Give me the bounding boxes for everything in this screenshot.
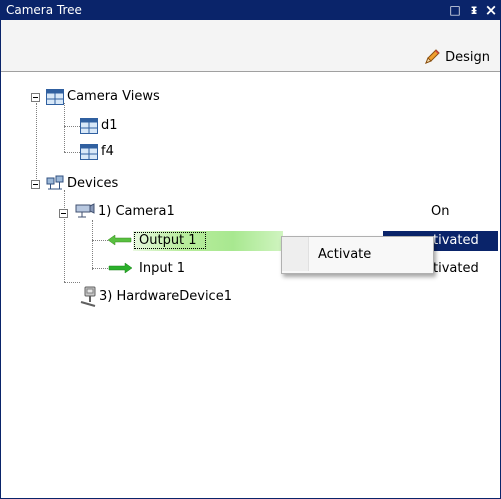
tree-node-camera1[interactable]: 1) Camera1: [98, 204, 175, 219]
camera1-status: On: [431, 204, 450, 219]
tree-node-devices[interactable]: Devices: [67, 176, 118, 191]
camera-views-icon: [46, 89, 64, 105]
design-label: Design: [445, 49, 490, 65]
context-menu-icon-gutter: [282, 237, 309, 271]
output1-status: tivated: [433, 233, 479, 248]
input1-status: tivated: [433, 261, 479, 276]
tree-node-hardwaredevice1[interactable]: 3) HardwareDevice1: [99, 289, 232, 304]
activate-menu-item[interactable]: Activate: [318, 247, 371, 262]
tree-connector: [92, 268, 108, 269]
view-d1-icon: [80, 118, 98, 134]
tree-connector: [64, 190, 65, 282]
output-arrow-icon: [108, 234, 132, 246]
tree-node-input1[interactable]: Input 1: [139, 261, 185, 276]
panel-toolbar: Design: [1, 20, 500, 72]
hardware-device-icon: [80, 286, 96, 307]
tree-connector: [64, 282, 80, 283]
float-window-icon[interactable]: □: [447, 1, 463, 20]
close-icon[interactable]: ×: [483, 1, 499, 20]
context-menu: Activate: [281, 236, 434, 274]
tree-connector: [64, 126, 80, 127]
pin-icon[interactable]: ᵻ: [466, 1, 482, 20]
pencil-icon: [425, 49, 440, 64]
camera-tree: [1, 72, 499, 497]
network-devices-icon: [46, 175, 64, 190]
tree-connector: [92, 240, 108, 241]
tree-connector: [64, 103, 65, 152]
camera-icon: [75, 203, 95, 218]
panel-titlebar[interactable]: Camera Tree □ ᵻ ×: [1, 1, 500, 20]
tree-node-view-f4[interactable]: f4: [101, 144, 114, 159]
tree-connector: [36, 103, 37, 183]
tree-node-output1[interactable]: Output 1: [139, 233, 197, 248]
design-button[interactable]: Design: [423, 47, 490, 67]
collapse-camera1-button[interactable]: [59, 209, 68, 218]
collapse-camera-views-button[interactable]: [31, 93, 40, 102]
tree-node-camera-views[interactable]: Camera Views: [67, 89, 160, 104]
input-arrow-icon: [108, 262, 132, 274]
view-f4-icon: [80, 144, 98, 160]
collapse-devices-button[interactable]: [31, 180, 40, 189]
tree-connector: [64, 152, 80, 153]
tree-node-view-d1[interactable]: d1: [101, 118, 118, 133]
panel-title: Camera Tree: [6, 3, 82, 17]
tree-connector: [92, 220, 93, 270]
